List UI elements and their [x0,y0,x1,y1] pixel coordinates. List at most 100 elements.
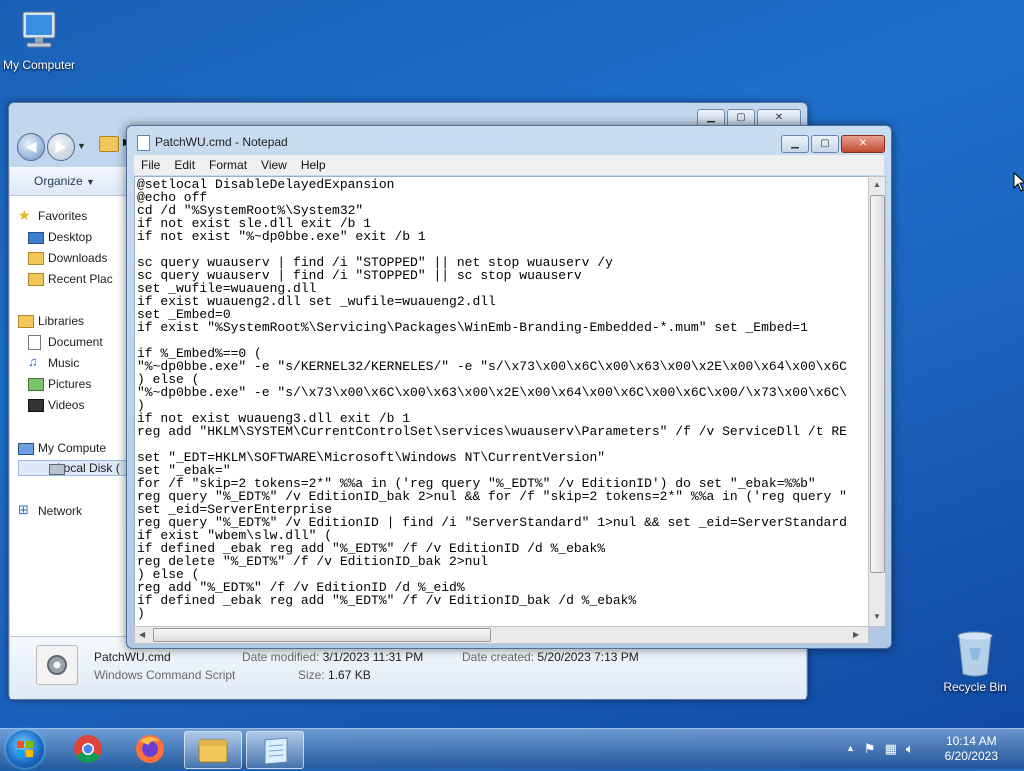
nav-downloads[interactable]: Downloads [28,251,108,265]
file-explorer-icon [198,739,228,763]
taskbar-notepad-button[interactable] [246,731,304,769]
scroll-up-arrow-icon[interactable]: ▲ [873,180,881,189]
pictures-icon [28,378,44,391]
nav-label: Pictures [48,377,92,391]
document-text: @setlocal DisableDelayedExpansion @echo … [137,177,847,621]
minimize-button[interactable]: ▁ [781,135,809,153]
computer-icon [22,11,56,48]
nav-label: Favorites [38,209,88,223]
forward-button[interactable]: ▶ [47,133,75,161]
system-tray: ▲ ⚑ ▦ 🔈︎ [846,741,914,757]
organize-label: Organize [34,174,83,188]
desktop-icon-recycle-bin[interactable]: Recycle Bin [932,630,1018,694]
nav-label: Network [38,504,83,518]
nav-pictures[interactable]: Pictures [28,377,92,391]
menu-view[interactable]: View [254,155,294,175]
nav-label: Document [48,335,103,349]
nav-music[interactable]: ♫ Music [28,354,80,370]
folder-icon [99,136,119,152]
back-button[interactable]: ◀ [17,133,45,161]
nav-label: My Compute [38,441,107,455]
nav-label: Libraries [38,314,85,328]
menu-edit[interactable]: Edit [167,155,202,175]
nav-label: Videos [48,398,85,412]
notepad-window[interactable]: PatchWU.cmd - Notepad ▁ ▢ ✕ File Edit Fo… [126,125,892,649]
nav-videos[interactable]: Videos [28,398,85,412]
downloads-folder-icon [28,252,44,265]
music-icon: ♫ [28,354,38,369]
menu-bar: File Edit Format View Help [134,155,884,175]
nav-favorites[interactable]: ★ Favorites [18,207,88,223]
nav-desktop[interactable]: Desktop [28,230,93,244]
gear-icon [47,655,67,675]
nav-local-disk[interactable]: Local Disk ( [18,460,130,476]
action-center-flag-icon[interactable]: ⚑ [864,741,876,757]
desktop-icon-label: Recycle Bin [943,680,1007,694]
nav-label: Local Disk ( [57,461,120,475]
show-hidden-icons-arrow-icon[interactable]: ▲ [846,743,855,757]
clock-time: 10:14 AM [945,734,997,748]
nav-label: Downloads [48,251,108,265]
mouse-cursor-icon [1013,172,1024,192]
nav-recent-places[interactable]: Recent Plac [28,272,113,286]
horizontal-scroll-thumb[interactable] [153,628,491,642]
libraries-icon [18,315,34,328]
desktop-icon [28,232,44,244]
videos-icon [28,399,44,412]
recent-pages-dropdown[interactable]: ▼ [77,141,86,151]
network-icon: ⊞ [18,502,29,517]
taskbar-explorer-button[interactable] [184,731,242,769]
chevron-down-icon: ▼ [86,177,95,187]
nav-my-computer[interactable]: My Compute [18,441,107,455]
scroll-right-arrow-icon[interactable]: ▶ [853,630,859,639]
clock-date: 6/20/2023 [944,749,998,763]
close-button[interactable]: ✕ [841,135,885,153]
scroll-down-arrow-icon[interactable]: ▼ [873,612,881,621]
date-modified: Date modified: 3/1/2023 11:31 PM [242,650,424,664]
window-title: PatchWU.cmd - Notepad [155,135,288,149]
vertical-scrollbar[interactable]: ▲ ▼ [868,176,886,627]
nav-network[interactable]: ⊞ Network [18,502,83,518]
menu-format[interactable]: Format [202,155,254,175]
desktop-icon-my-computer[interactable]: My Computer [0,8,82,72]
computer-icon [18,443,34,455]
documents-icon [28,335,41,350]
file-type: Windows Command Script [94,668,236,682]
menu-help[interactable]: Help [294,155,333,175]
maximize-button[interactable]: ▢ [811,135,839,153]
taskbar-chrome-button[interactable] [60,731,116,767]
firefox-icon [136,735,164,763]
hard-drive-icon [49,464,65,475]
windows-logo-icon [17,741,33,757]
desktop-icon-label: My Computer [2,58,76,72]
notepad-window-controls: ▁ ▢ ✕ [781,135,885,153]
notepad-icon [264,737,288,765]
volume-icon[interactable]: 🔈︎ [906,741,914,757]
file-size: Size: 1.67 KB [298,668,371,682]
nav-label: Music [48,356,80,370]
chrome-icon [74,735,102,763]
nav-documents[interactable]: Document [28,335,103,350]
horizontal-scrollbar[interactable]: ◀ ▶ [134,626,869,644]
notepad-app-icon [137,135,150,151]
menu-file[interactable]: File [134,155,167,175]
navigation-pane: ★ Favorites Desktop Downloads Recent Pla… [10,196,130,636]
file-name: PatchWU.cmd [94,650,171,664]
scroll-left-arrow-icon[interactable]: ◀ [139,630,145,639]
nav-libraries[interactable]: Libraries [18,314,85,328]
star-icon: ★ [18,207,31,223]
network-icon[interactable]: ▦ [885,741,897,757]
vertical-scroll-thumb[interactable] [870,195,885,573]
script-file-icon [36,645,78,685]
nav-label: Recent Plac [48,272,113,286]
organize-button[interactable]: Organize ▼ [34,174,95,188]
start-button[interactable] [6,730,44,768]
text-editor-area[interactable]: @setlocal DisableDelayedExpansion @echo … [134,176,869,627]
explorer-navigation: ◀ ▶ ▼ ▶ [17,131,137,165]
clock[interactable]: 10:14 AM 6/20/2023 [945,734,998,764]
taskbar-firefox-button[interactable] [122,731,178,767]
nav-label: Desktop [48,230,93,244]
recycle-bin-icon [957,631,993,677]
date-created: Date created: 5/20/2023 7:13 PM [462,650,639,664]
recent-places-icon [28,273,44,286]
